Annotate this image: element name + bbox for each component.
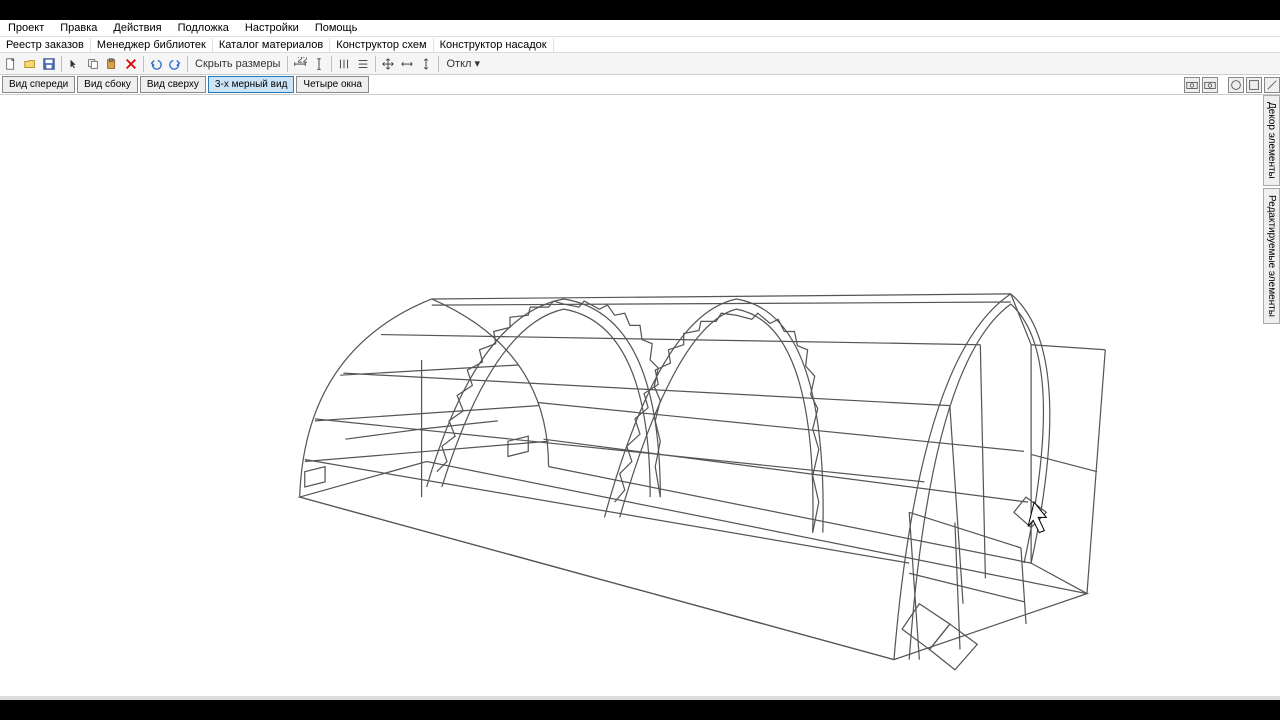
camera-icon — [1185, 78, 1199, 92]
toolbar-separator — [143, 56, 144, 72]
wireframe-model — [0, 95, 1280, 696]
svg-text:22: 22 — [298, 57, 308, 65]
tool-button-c[interactable] — [1264, 77, 1280, 93]
viewport-3d[interactable]: Декор элементы Редактируемые элементы — [0, 95, 1280, 696]
snap-mode-dropdown[interactable]: Откл ▾ — [442, 57, 484, 70]
menu-help[interactable]: Помощь — [307, 21, 366, 35]
submenu-order-registry[interactable]: Реестр заказов — [0, 38, 91, 52]
toolbar-separator — [375, 56, 376, 72]
tool-button-b[interactable] — [1246, 77, 1262, 93]
menu-bar: Проект Правка Действия Подложка Настройк… — [0, 20, 1280, 37]
delete-button[interactable] — [122, 55, 140, 73]
right-view-tools — [1184, 77, 1280, 93]
toolbar-separator — [438, 56, 439, 72]
menu-underlay[interactable]: Подложка — [170, 21, 237, 35]
toolbar-separator — [287, 56, 288, 72]
dim-v-icon — [312, 57, 326, 71]
view-top-button[interactable]: Вид сверху — [140, 76, 206, 93]
side-tab-decor[interactable]: Декор элементы — [1263, 95, 1280, 186]
tool-icon — [1247, 78, 1261, 92]
camera-button-2[interactable] — [1202, 77, 1218, 93]
redo-icon — [168, 57, 182, 71]
view-front-button[interactable]: Вид спереди — [2, 76, 75, 93]
camera-icon — [1203, 78, 1217, 92]
view-3d-button[interactable]: 3-х мерный вид — [208, 76, 294, 93]
new-file-button[interactable] — [2, 55, 20, 73]
snap-mode-label: Откл — [446, 58, 471, 70]
view-four-windows-button[interactable]: Четыре окна — [296, 76, 369, 93]
copy-icon — [86, 57, 100, 71]
delete-icon — [124, 57, 138, 71]
snap-move-button[interactable] — [379, 55, 397, 73]
undo-icon — [149, 57, 163, 71]
snap-h-icon — [400, 57, 414, 71]
status-bar — [0, 696, 1280, 700]
toolbar-separator — [187, 56, 188, 72]
undo-button[interactable] — [147, 55, 165, 73]
view-toolbar: Вид спереди Вид сбоку Вид сверху 3-х мер… — [0, 75, 1280, 95]
tool-button-a[interactable] — [1228, 77, 1244, 93]
hide-dimensions-button[interactable]: Скрыть размеры — [191, 58, 284, 70]
dim-h-icon: 22 — [293, 57, 307, 71]
toolbar-separator — [331, 56, 332, 72]
submenu-material-catalog[interactable]: Каталог материалов — [213, 38, 330, 52]
dimension-vertical-button[interactable] — [310, 55, 328, 73]
menu-settings[interactable]: Настройки — [237, 21, 307, 35]
snap-v-icon — [419, 57, 433, 71]
move-icon — [381, 57, 395, 71]
spacer — [1220, 77, 1226, 93]
menu-actions[interactable]: Действия — [105, 21, 169, 35]
new-file-icon — [4, 57, 18, 71]
save-button[interactable] — [40, 55, 58, 73]
snap-v-button[interactable] — [417, 55, 435, 73]
align-button-1[interactable] — [335, 55, 353, 73]
copy-button[interactable] — [84, 55, 102, 73]
tool-icon — [1229, 78, 1243, 92]
menu-edit[interactable]: Правка — [52, 21, 105, 35]
camera-button-1[interactable] — [1184, 77, 1200, 93]
paste-button[interactable] — [103, 55, 121, 73]
submenu-library-manager[interactable]: Менеджер библиотек — [91, 38, 213, 52]
sub-menu-bar: Реестр заказов Менеджер библиотек Катало… — [0, 37, 1280, 53]
save-icon — [42, 57, 56, 71]
toolbar-separator — [61, 56, 62, 72]
side-tab-edit-elements[interactable]: Редактируемые элементы — [1263, 188, 1280, 324]
align-button-2[interactable] — [354, 55, 372, 73]
tool-icon — [1265, 78, 1279, 92]
open-file-button[interactable] — [21, 55, 39, 73]
view-side-button[interactable]: Вид сбоку — [77, 76, 138, 93]
app-window: Проект Правка Действия Подложка Настройк… — [0, 20, 1280, 700]
align-icon — [337, 57, 351, 71]
redo-button[interactable] — [166, 55, 184, 73]
main-toolbar: Скрыть размеры 22 Откл ▾ — [0, 53, 1280, 75]
submenu-schema-constructor[interactable]: Конструктор схем — [330, 38, 433, 52]
align-icon-2 — [356, 57, 370, 71]
open-folder-icon — [23, 57, 37, 71]
snap-h-button[interactable] — [398, 55, 416, 73]
cursor-icon — [67, 57, 81, 71]
side-panel-tabs: Декор элементы Редактируемые элементы — [1263, 95, 1280, 326]
paste-icon — [105, 57, 119, 71]
menu-project[interactable]: Проект — [0, 21, 52, 35]
submenu-nozzle-constructor[interactable]: Конструктор насадок — [434, 38, 554, 52]
select-button[interactable] — [65, 55, 83, 73]
dimension-horizontal-button[interactable]: 22 — [291, 55, 309, 73]
